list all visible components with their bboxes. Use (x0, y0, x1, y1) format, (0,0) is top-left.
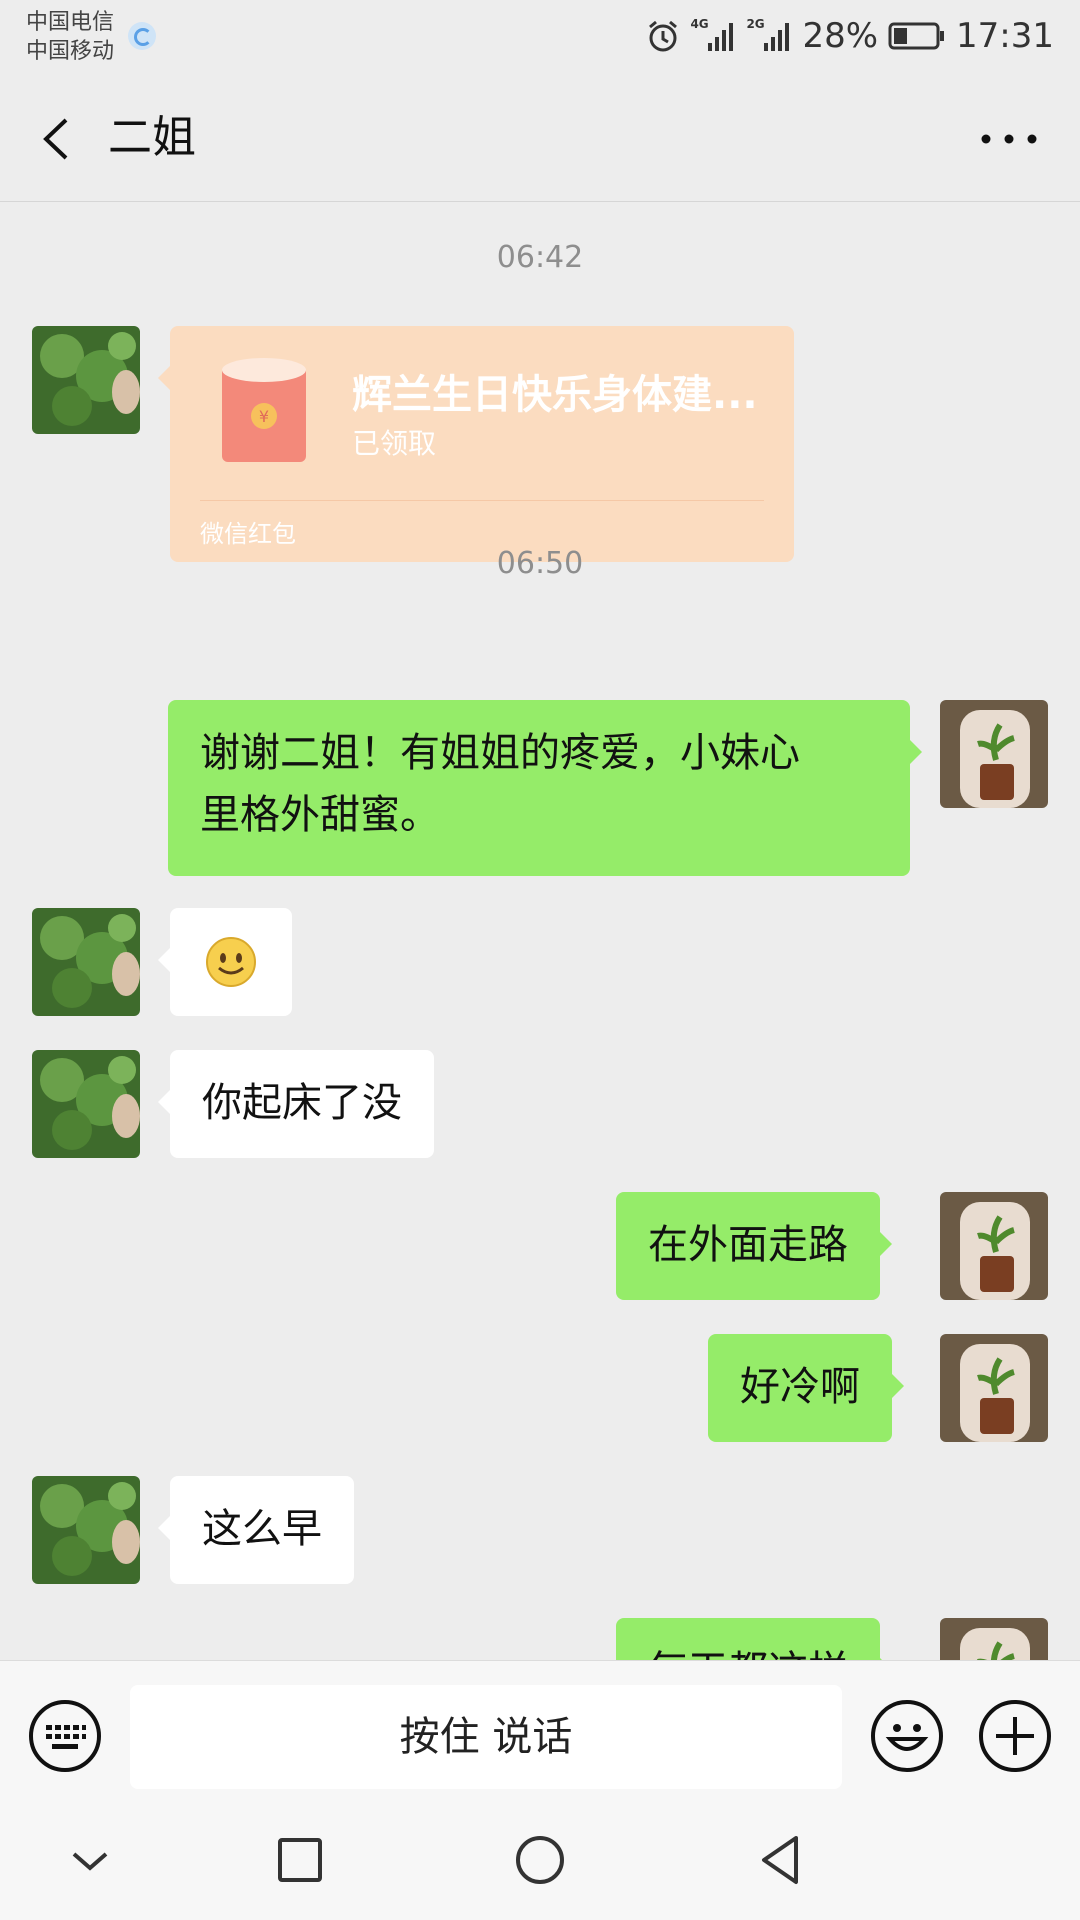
net-type-2: 2G (746, 17, 765, 31)
keyboard-icon[interactable] (28, 1699, 102, 1773)
system-nav-bar (0, 1794, 1080, 1920)
page-title: 二姐 (108, 112, 196, 163)
carrier-info: 中国电信 中国移动 (26, 8, 114, 66)
alarm-icon (646, 19, 680, 53)
timestamp: 06:42 (496, 240, 584, 275)
red-packet-brand: 微信红包 (200, 520, 296, 548)
carrier-1: 中国电信 (26, 10, 115, 35)
carrier-2: 中国移动 (26, 39, 115, 64)
network-activity-icon (128, 22, 156, 50)
red-packet-message[interactable]: ¥ 辉兰生日快乐身体建... 已领取 微信红包 (158, 326, 794, 562)
clock: 17:31 (956, 16, 1054, 56)
message-bubble-right[interactable]: 在外面走路 (616, 1192, 892, 1300)
message-bubble-right[interactable]: 每天都这样 (616, 1618, 892, 1660)
chevron-left-icon[interactable] (30, 106, 90, 172)
svg-text:¥: ¥ (259, 407, 269, 426)
message-line: 谢谢二姐！有姐姐的疼爱，小妹心 (200, 730, 800, 776)
signal-4g: 4G (690, 17, 736, 53)
status-bar: 中国电信 中国移动 4G 2G 28% 17:31 (0, 0, 1080, 76)
avatar-sister[interactable] (32, 1050, 140, 1158)
message-bubble-left[interactable] (158, 908, 292, 1016)
chat-header: 二姐 (0, 76, 1080, 202)
red-packet-icon: ¥ (220, 356, 308, 466)
battery-percent: 28% (802, 16, 879, 56)
chevron-down-icon[interactable] (60, 1830, 120, 1890)
home-icon[interactable] (510, 1830, 570, 1890)
message-bubble-left[interactable]: 这么早 (158, 1476, 354, 1584)
emoji-icon[interactable] (870, 1699, 944, 1773)
message-bubble-right[interactable]: 好冷啊 (708, 1334, 904, 1442)
signal-2g: 2G (746, 17, 792, 53)
avatar-self[interactable] (940, 1192, 1048, 1300)
plus-circle-icon[interactable] (978, 1699, 1052, 1773)
avatar-self[interactable] (940, 700, 1048, 808)
avatar-self[interactable] (940, 1618, 1048, 1660)
status-icons: 4G 2G 28% 17:31 (646, 14, 1054, 58)
message-line: 里格外甜蜜。 (200, 792, 440, 838)
timestamp: 06:50 (496, 546, 584, 581)
more-dots-icon[interactable] (974, 116, 1044, 162)
hold-to-talk-button[interactable]: 按住 说话 (130, 1685, 842, 1789)
battery-icon (888, 21, 946, 51)
divider (200, 500, 764, 501)
avatar-self[interactable] (940, 1334, 1048, 1442)
avatar-sister[interactable] (32, 326, 140, 434)
recent-apps-icon[interactable] (270, 1830, 330, 1890)
red-packet-title: 辉兰生日快乐身体建... (352, 372, 758, 418)
message-bubble-right[interactable]: 谢谢二姐！有姐姐的疼爱，小妹心 里格外甜蜜。 (168, 700, 922, 876)
net-type-1: 4G (690, 17, 709, 31)
red-packet-status: 已领取 (352, 427, 437, 460)
back-triangle-icon[interactable] (750, 1830, 810, 1890)
avatar-sister[interactable] (32, 1476, 140, 1584)
message-list[interactable]: 06:42 ¥ 辉兰生日快乐身体建... 已领取 微信红包 06:50 谢谢二姐… (0, 202, 1080, 1660)
smile-emoji-icon (206, 937, 256, 987)
avatar-sister[interactable] (32, 908, 140, 1016)
message-bubble-left[interactable]: 你起床了没 (158, 1050, 434, 1158)
input-bar: 按住 说话 (0, 1660, 1080, 1794)
